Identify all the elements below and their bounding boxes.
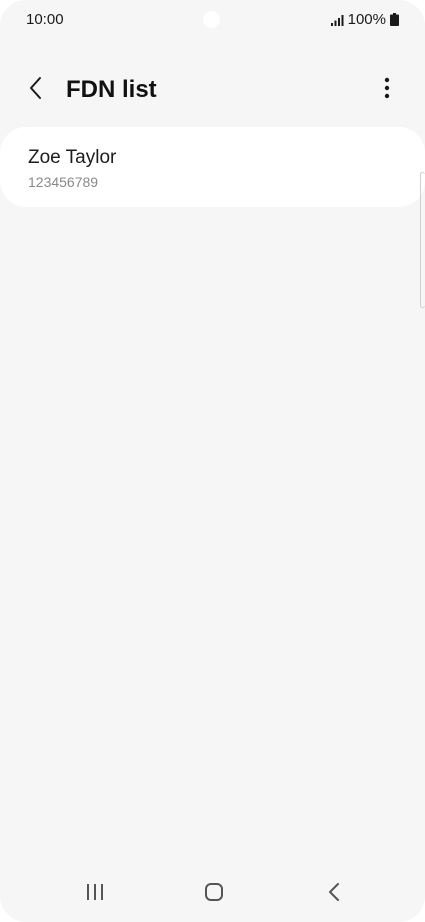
scrollbar[interactable] [420,172,425,308]
fdn-list-item[interactable]: Zoe Taylor 123456789 [0,127,425,207]
more-options-button[interactable] [371,74,403,106]
home-button[interactable] [194,878,234,910]
home-icon [204,882,224,907]
contact-number: 123456789 [28,174,99,190]
more-options-icon [384,77,390,104]
status-indicators: 100% [330,11,399,28]
back-icon [28,76,44,105]
phone-screen: 10:00 100% FDN list Zoe Taylor 123456789 [0,0,425,922]
status-bar: 10:00 100% [0,0,425,40]
signal-icon [330,13,344,27]
front-camera [203,11,220,28]
back-nav-icon [327,882,341,907]
battery-icon [390,13,399,26]
recent-apps-button[interactable] [75,878,115,910]
fdn-list-card: Zoe Taylor 123456789 [0,127,425,207]
back-button[interactable] [20,74,52,106]
contact-name: Zoe Taylor [28,147,117,168]
battery-percentage: 100% [347,11,386,28]
app-bar: FDN list [0,62,425,118]
status-time: 10:00 [26,11,64,28]
back-nav-button[interactable] [314,878,354,910]
page-title: FDN list [66,76,157,103]
navigation-bar [0,866,425,922]
recent-apps-icon [85,883,105,906]
